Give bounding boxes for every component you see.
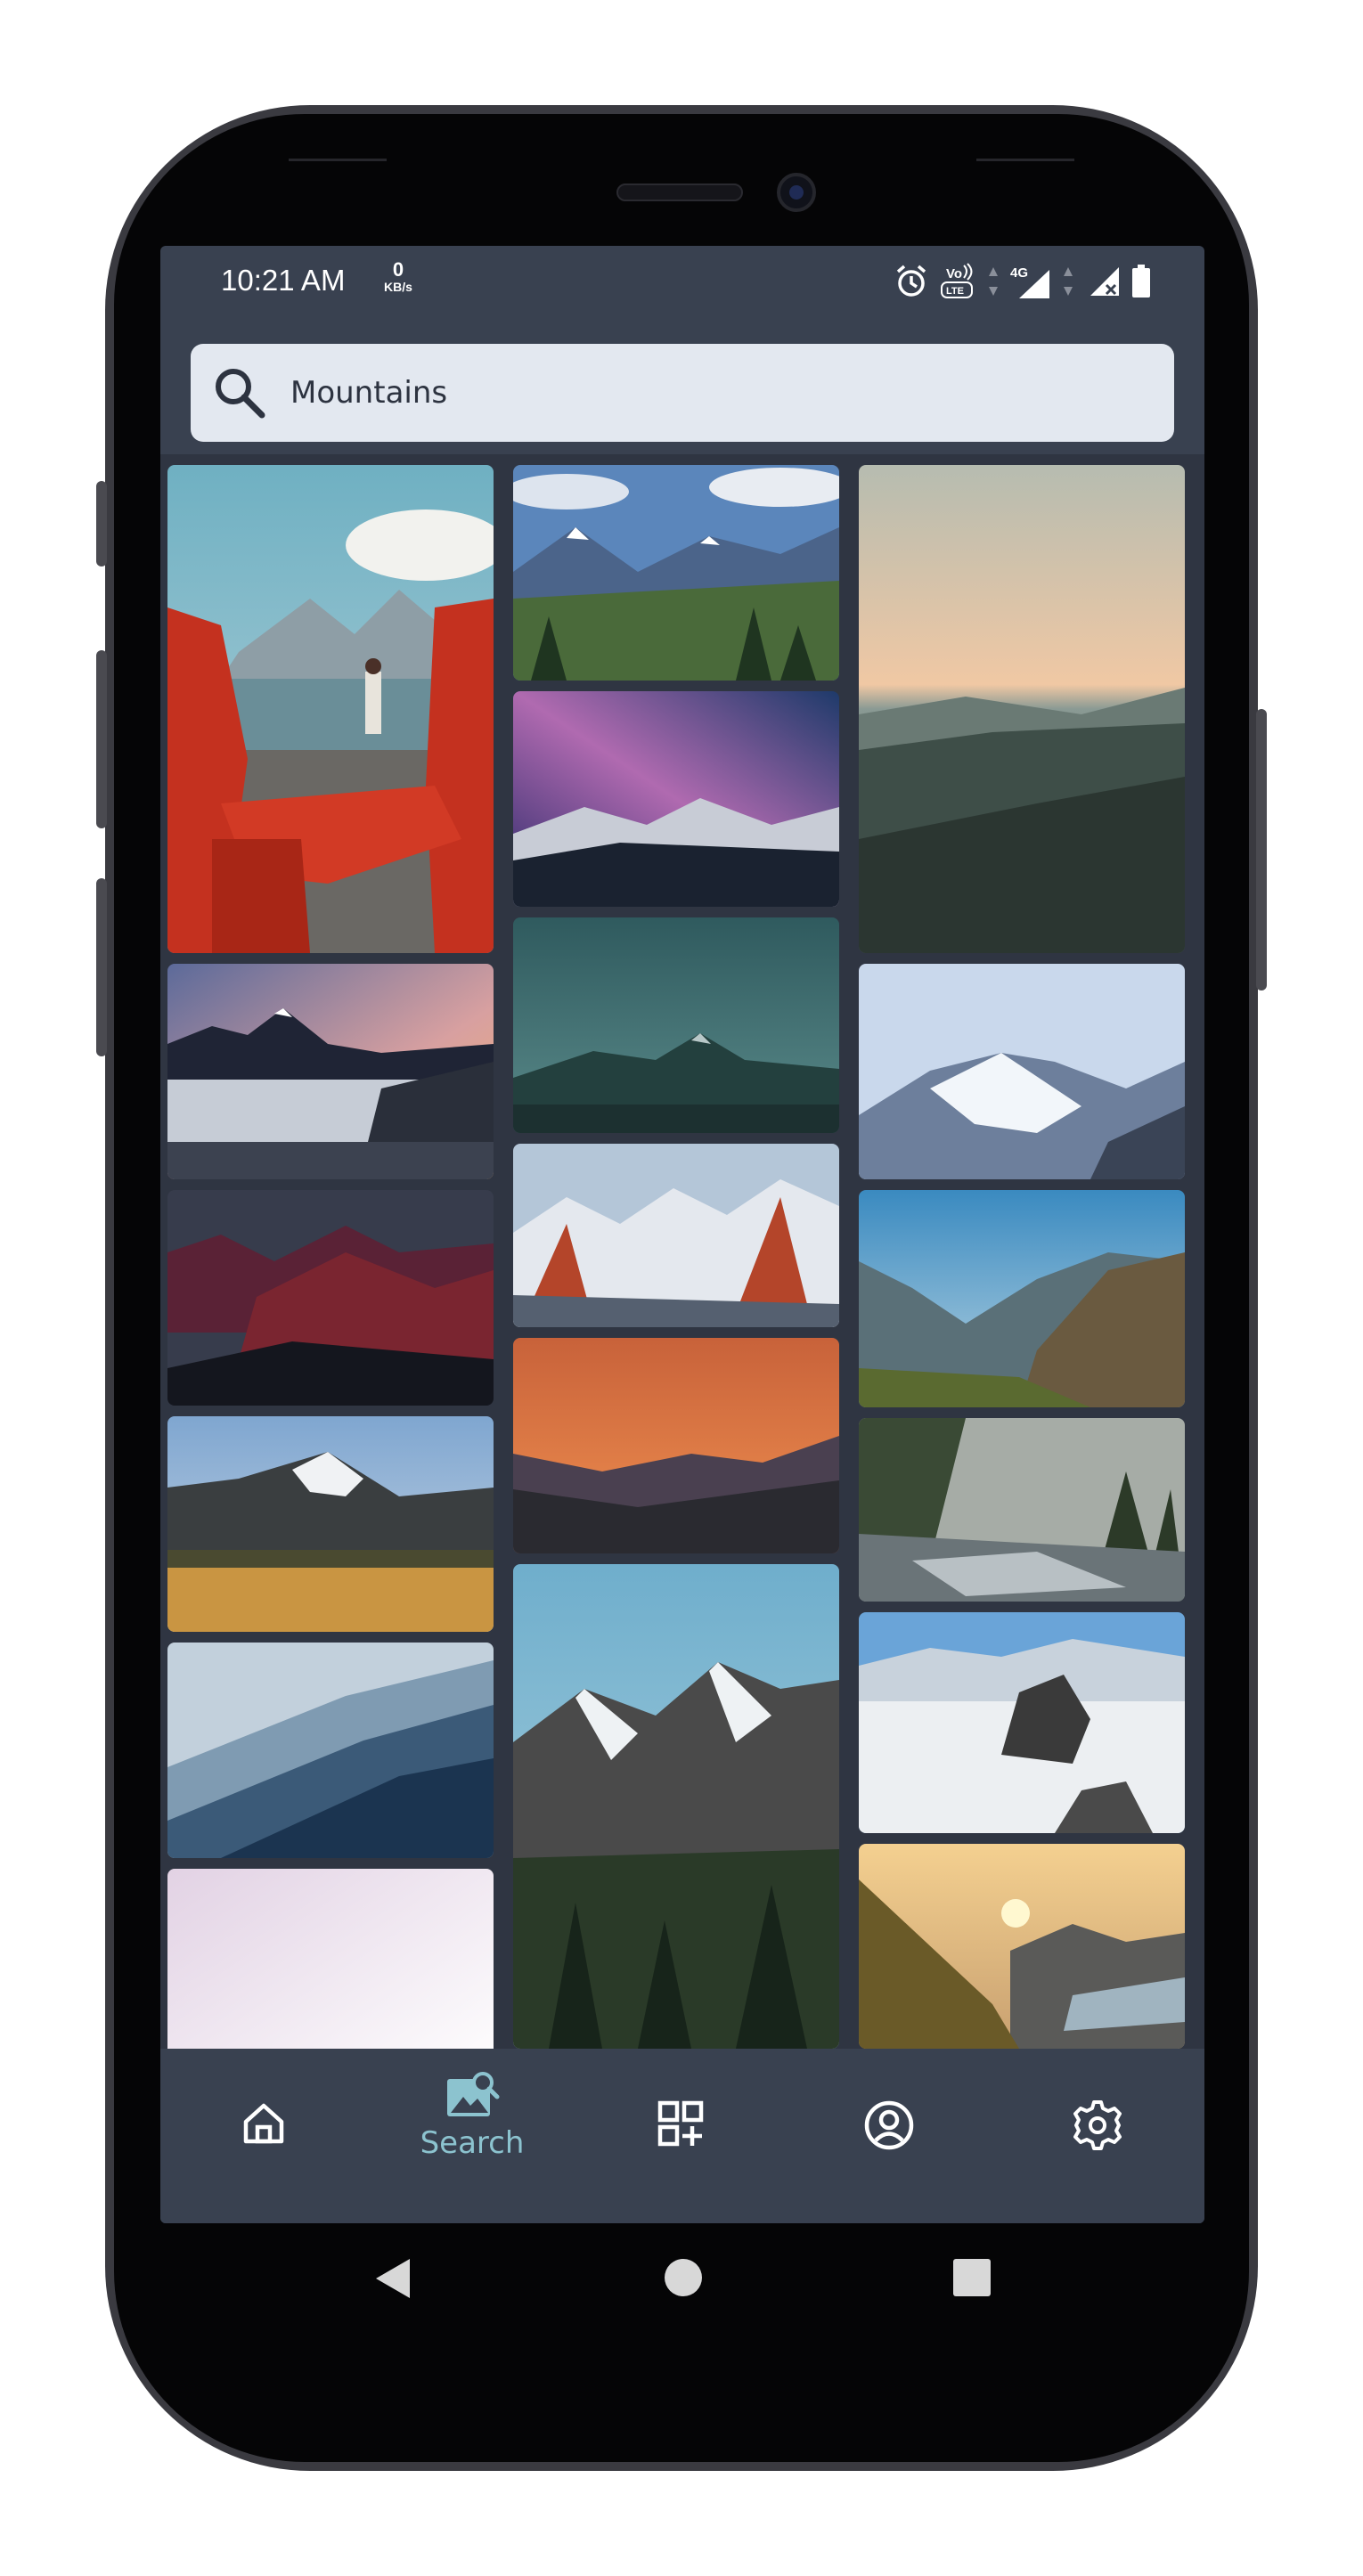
- result-image[interactable]: [859, 1612, 1185, 1833]
- forest-river-image: [859, 1418, 1185, 1602]
- volume-down-key: [96, 878, 107, 1056]
- recents-button[interactable]: [953, 2259, 991, 2296]
- sea-of-clouds-image: [167, 964, 494, 1179]
- golden-field-image: [167, 1416, 494, 1632]
- result-image[interactable]: [167, 964, 494, 1179]
- search-bar[interactable]: [191, 344, 1174, 442]
- result-image[interactable]: [859, 1844, 1185, 2049]
- result-image[interactable]: [167, 1643, 494, 1858]
- volume-key: [96, 481, 107, 567]
- data-rate-value: 0: [392, 258, 404, 281]
- volume-up-key: [96, 650, 107, 828]
- result-image[interactable]: [167, 465, 494, 953]
- status-icons: Vo LTE 4G: [894, 262, 1151, 301]
- orange-sky-image: [513, 1338, 839, 1553]
- bottom-navigation: Search: [160, 2049, 1204, 2223]
- misty-ridges-image: [859, 465, 1185, 953]
- data-rate: 0 KB/s: [376, 258, 420, 295]
- home-icon[interactable]: [239, 2099, 289, 2148]
- result-image[interactable]: [513, 691, 839, 907]
- battery-icon: [1132, 265, 1150, 298]
- front-camera: [777, 173, 816, 212]
- search-input[interactable]: [290, 367, 1146, 419]
- nav-collections[interactable]: [592, 2049, 770, 2223]
- rim-line: [289, 159, 387, 161]
- snowy-peak-pines-image: [513, 1564, 839, 2049]
- nav-search-label: Search: [420, 2125, 525, 2161]
- svg-text:Vo: Vo: [946, 266, 962, 281]
- fjord-sunrise-image: [859, 1844, 1185, 2049]
- pale-sky-image: [167, 1869, 494, 2049]
- result-image[interactable]: [167, 1190, 494, 1406]
- result-image[interactable]: [513, 465, 839, 681]
- result-image[interactable]: [513, 1564, 839, 2049]
- data-arrows-icon: [989, 267, 998, 296]
- back-button[interactable]: [372, 2257, 412, 2300]
- signal-4g-icon: 4G: [1010, 265, 1049, 298]
- snowy-himalaya-image: [859, 964, 1185, 1179]
- blue-haze-image: [167, 1643, 494, 1858]
- result-image[interactable]: [513, 1338, 839, 1553]
- data-rate-unit: KB/s: [384, 280, 412, 294]
- svg-text:LTE: LTE: [946, 286, 964, 297]
- result-image[interactable]: [167, 1416, 494, 1632]
- network-label: 4G: [1010, 265, 1028, 281]
- canoe-chairs-lake-image: [167, 465, 494, 953]
- result-image[interactable]: [513, 1144, 839, 1327]
- rim-line: [976, 159, 1074, 161]
- blue-valley-image: [513, 465, 839, 681]
- image-search-icon[interactable]: [444, 2070, 501, 2120]
- green-valley-image: [859, 1190, 1185, 1407]
- nav-settings[interactable]: [1008, 2049, 1187, 2223]
- search-icon[interactable]: [210, 363, 269, 422]
- result-image[interactable]: [859, 465, 1185, 953]
- home-button[interactable]: [663, 2257, 704, 2298]
- status-bar: 10:21 AM 0 KB/s Vo LTE 4G: [160, 246, 1204, 317]
- earpiece-speaker: [616, 183, 743, 201]
- add-collection-icon[interactable]: [656, 2099, 706, 2148]
- profile-icon[interactable]: [862, 2099, 916, 2152]
- result-image[interactable]: [859, 1418, 1185, 1602]
- result-image[interactable]: [859, 1190, 1185, 1407]
- result-image[interactable]: [167, 1869, 494, 2049]
- milky-way-image: [513, 691, 839, 907]
- data-arrows-icon: [1064, 267, 1073, 296]
- gear-icon[interactable]: [1071, 2099, 1124, 2152]
- red-rock-snow-image: [513, 1144, 839, 1327]
- volte-icon: Vo LTE: [941, 263, 973, 298]
- status-time: 10:21 AM: [221, 264, 346, 297]
- peaks-above-clouds-image: [859, 1612, 1185, 1833]
- result-image[interactable]: [859, 964, 1185, 1179]
- system-navigation: [0, 2223, 1363, 2330]
- alarm-icon: [896, 265, 926, 297]
- result-image[interactable]: [513, 917, 839, 1133]
- app-screen: 10:21 AM 0 KB/s Vo LTE 4G Mountains Sear…: [160, 246, 1204, 2223]
- signal-no-sim-icon: [1090, 267, 1119, 296]
- power-key: [1256, 709, 1267, 990]
- red-ridges-image: [167, 1190, 494, 1406]
- teal-peak-image: [513, 917, 839, 1133]
- nav-home[interactable]: [175, 2049, 353, 2223]
- results-grid[interactable]: [160, 454, 1204, 2049]
- nav-profile[interactable]: [800, 2049, 978, 2223]
- nav-search[interactable]: Search: [383, 2049, 561, 2223]
